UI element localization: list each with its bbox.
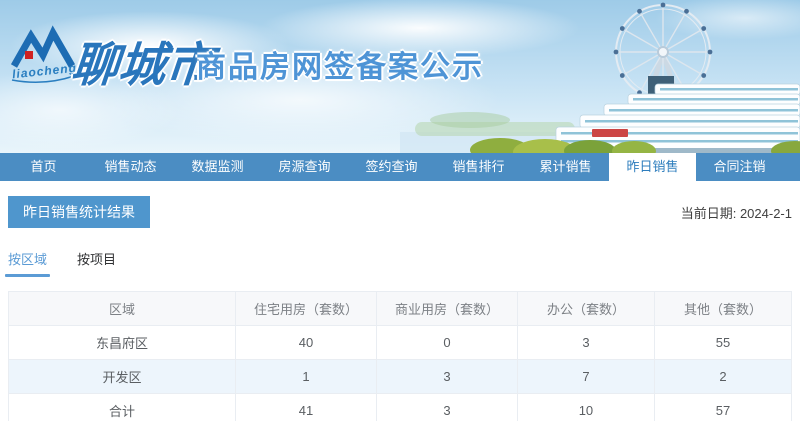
table-cell: 0	[377, 326, 518, 360]
nav-item-sales-trends[interactable]: 销售动态	[87, 153, 174, 181]
table-cell: 55	[654, 326, 791, 360]
main-nav: 首页销售动态数据监测房源查询签约查询销售排行累计销售昨日销售合同注销	[0, 153, 800, 181]
site-header: liaocheng 聊城市 商品房网签备案公示	[0, 0, 800, 153]
nav-item-data-monitor[interactable]: 数据监测	[174, 153, 261, 181]
nav-item-home[interactable]: 首页	[0, 153, 87, 181]
table-cell: 3	[377, 394, 518, 421]
table-cell: 2	[654, 360, 791, 394]
current-date: 当前日期: 2024-2-1	[681, 203, 792, 222]
nav-item-cumulative-sales[interactable]: 累计销售	[522, 153, 609, 181]
column-header: 办公（套数）	[517, 292, 654, 326]
column-header: 其他（套数）	[654, 292, 791, 326]
table-cell: 3	[377, 360, 518, 394]
table-cell: 41	[236, 394, 377, 421]
table-cell: 开发区	[9, 360, 236, 394]
nav-item-yesterday-sales[interactable]: 昨日销售	[609, 153, 696, 181]
section-header-row: 昨日销售统计结果 当前日期: 2024-2-1	[8, 196, 792, 228]
current-date-value: 2024-2-1	[740, 206, 792, 221]
tab-by-project[interactable]: 按项目	[77, 249, 116, 277]
table-row: 开发区1372	[9, 360, 792, 394]
table-cell: 3	[517, 326, 654, 360]
column-header: 商业用房（套数）	[377, 292, 518, 326]
table-cell: 1	[236, 360, 377, 394]
table-cell: 东昌府区	[9, 326, 236, 360]
nav-item-contract-query[interactable]: 签约查询	[348, 153, 435, 181]
view-tabs: 按区域 按项目	[8, 249, 792, 277]
nav-item-sales-ranking[interactable]: 销售排行	[435, 153, 522, 181]
section-title-badge: 昨日销售统计结果	[8, 196, 150, 228]
table-cell: 7	[517, 360, 654, 394]
table-header-row: 区域住宅用房（套数）商业用房（套数）办公（套数）其他（套数）	[9, 292, 792, 326]
sales-table-head: 区域住宅用房（套数）商业用房（套数）办公（套数）其他（套数）	[9, 292, 792, 326]
table-cell: 40	[236, 326, 377, 360]
table-row: 合计4131057	[9, 394, 792, 421]
sales-table: 区域住宅用房（套数）商业用房（套数）办公（套数）其他（套数） 东昌府区40035…	[8, 291, 792, 421]
column-header: 区域	[9, 292, 236, 326]
tab-by-region[interactable]: 按区域	[8, 249, 47, 277]
current-date-label: 当前日期:	[681, 206, 737, 221]
column-header: 住宅用房（套数）	[236, 292, 377, 326]
page-content: 昨日销售统计结果 当前日期: 2024-2-1 按区域 按项目 区域住宅用房（套数…	[0, 196, 800, 421]
table-cell: 合计	[9, 394, 236, 421]
nav-item-contract-cancel[interactable]: 合同注销	[696, 153, 783, 181]
table-cell: 10	[517, 394, 654, 421]
site-title: 商品房网签备案公示	[196, 42, 484, 86]
sales-table-body: 东昌府区400355开发区1372合计4131057	[9, 326, 792, 421]
building-sign	[592, 129, 628, 137]
table-row: 东昌府区400355	[9, 326, 792, 360]
city-name-calligraphy: 聊城市	[69, 26, 216, 95]
table-cell: 57	[654, 394, 791, 421]
nav-item-listing-query[interactable]: 房源查询	[261, 153, 348, 181]
